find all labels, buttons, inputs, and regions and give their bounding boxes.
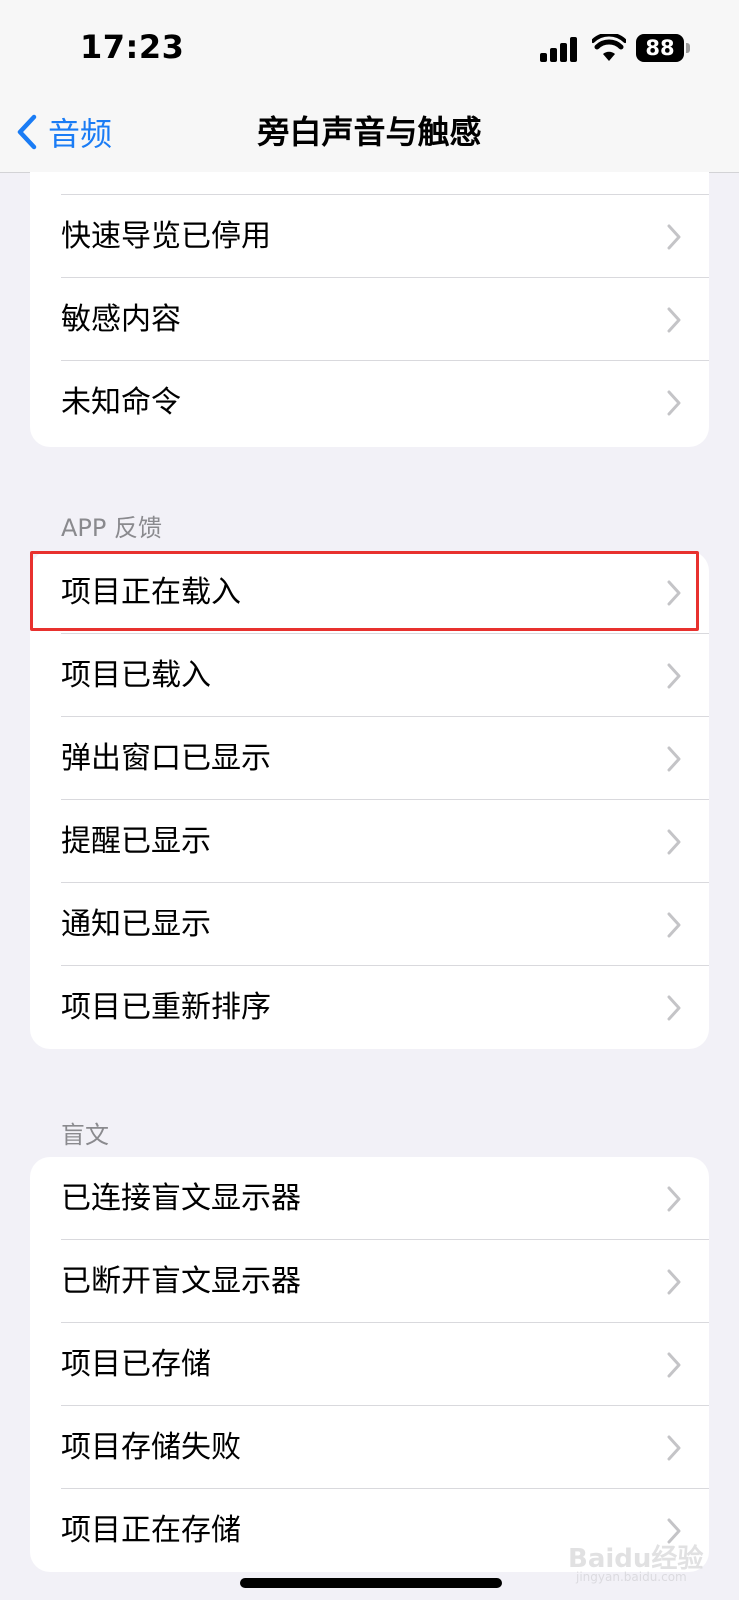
list-item-label: 项目正在载入	[61, 575, 241, 610]
list-item[interactable]: 提醒已显示	[30, 800, 709, 883]
list-item-label: 敏感内容	[61, 302, 181, 337]
chevron-right-icon	[667, 1269, 681, 1295]
settings-group-app-feedback: 项目正在载入 项目已载入 弹出窗口已显示 提醒已显示 通知已显示 项目已重新排序	[30, 551, 709, 1049]
navigation-bar: 音频 旁白声音与触感	[0, 96, 739, 173]
list-item[interactable]: 项目已载入	[30, 634, 709, 717]
chevron-right-icon	[667, 1435, 681, 1461]
list-item-label: 弹出窗口已显示	[61, 741, 271, 776]
chevron-right-icon	[667, 307, 681, 333]
settings-group-navigation: 快速导览已停用 敏感内容 未知命令	[30, 172, 709, 447]
list-item[interactable]: 已连接盲文显示器	[30, 1157, 709, 1240]
chevron-right-icon	[667, 746, 681, 772]
list-item[interactable]: 项目存储失败	[30, 1406, 709, 1489]
page-title: 旁白声音与触感	[257, 113, 482, 151]
list-item[interactable]: 项目已重新排序	[30, 966, 709, 1049]
status-time: 17:23	[80, 28, 185, 66]
wifi-icon	[592, 34, 626, 61]
section-header-braille: 盲文	[61, 1121, 109, 1149]
list-item-label: 未知命令	[61, 385, 181, 420]
chevron-right-icon	[667, 1352, 681, 1378]
list-item-label: 项目已载入	[61, 658, 211, 693]
list-item[interactable]: 项目已存储	[30, 1323, 709, 1406]
list-item[interactable]: 项目正在载入	[30, 551, 709, 634]
section-header-app-feedback: APP 反馈	[61, 514, 162, 542]
list-item-label: 项目已重新排序	[61, 990, 271, 1025]
list-item[interactable]: 已断开盲文显示器	[30, 1240, 709, 1323]
list-item-label: 项目存储失败	[61, 1430, 241, 1465]
list-item-label: 通知已显示	[61, 907, 211, 942]
chevron-right-icon	[667, 580, 681, 606]
chevron-right-icon	[667, 663, 681, 689]
home-indicator[interactable]	[240, 1578, 502, 1588]
watermark-sub: jingyan.baidu.com	[576, 1570, 687, 1584]
chevron-right-icon	[667, 224, 681, 250]
baidu-watermark: Baidu经验 jingyan.baidu.com	[562, 1530, 712, 1590]
list-item[interactable]: 敏感内容	[30, 278, 709, 361]
battery-icon: 88	[636, 34, 690, 62]
list-item[interactable]: 快速导览已停用	[30, 195, 709, 278]
chevron-right-icon	[667, 995, 681, 1021]
list-item-label: 已断开盲文显示器	[61, 1264, 301, 1299]
status-bar: 17:23 88	[0, 0, 739, 96]
list-item-label: 提醒已显示	[61, 824, 211, 859]
list-item-label: 快速导览已停用	[61, 219, 271, 254]
list-item[interactable]: 通知已显示	[30, 883, 709, 966]
cellular-signal-icon	[540, 36, 580, 62]
list-item-label: 已连接盲文显示器	[61, 1181, 301, 1216]
list-item-label: 项目已存储	[61, 1347, 211, 1382]
chevron-right-icon	[667, 390, 681, 416]
list-item-label: 项目正在存储	[61, 1513, 241, 1548]
battery-level: 88	[636, 34, 684, 62]
settings-group-braille: 已连接盲文显示器 已断开盲文显示器 项目已存储 项目存储失败 项目正在存储	[30, 1157, 709, 1572]
list-item[interactable]: 弹出窗口已显示	[30, 717, 709, 800]
list-item-partial	[30, 172, 709, 195]
list-item[interactable]: 未知命令	[30, 361, 709, 444]
chevron-right-icon	[667, 912, 681, 938]
chevron-right-icon	[667, 829, 681, 855]
chevron-right-icon	[667, 1186, 681, 1212]
